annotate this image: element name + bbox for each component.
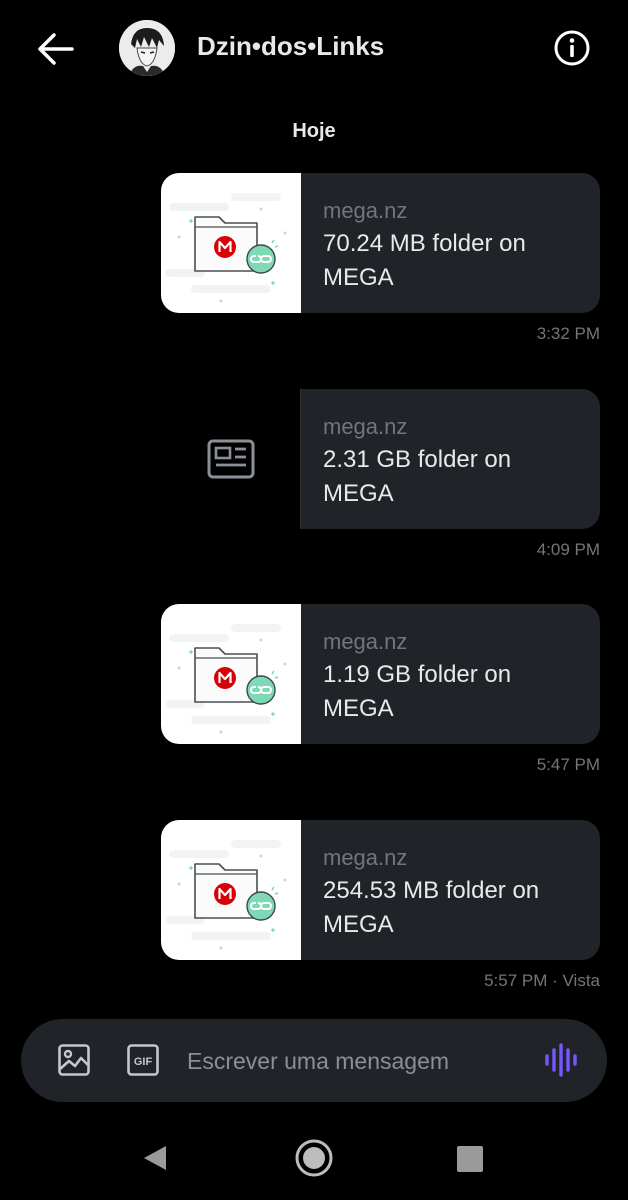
link-domain: mega.nz (323, 414, 408, 439)
link-thumbnail (161, 820, 301, 960)
gif-button[interactable]: GIF (126, 1043, 160, 1082)
link-title: 70.24 MB folder on MEGA (323, 230, 526, 291)
message-timestamp: 5:47 PM (536, 755, 600, 774)
voice-message-button[interactable] (543, 1042, 579, 1083)
gif-icon: GIF (127, 1044, 159, 1076)
link-title: 1.19 GB folder on MEGA (323, 661, 512, 722)
voice-waveform-icon (545, 1043, 577, 1077)
image-icon (58, 1044, 90, 1076)
link-thumbnail (161, 173, 301, 313)
message-timestamp: 4:09 PM (536, 540, 600, 559)
mega-folder-link-icon (165, 624, 287, 734)
mega-folder-link-icon (165, 840, 287, 950)
chat-title[interactable]: Dzin•dos•Links (197, 31, 384, 62)
link-thumbnail (161, 389, 301, 529)
system-home-button[interactable] (294, 1138, 334, 1183)
circle-home-icon (295, 1139, 333, 1177)
article-placeholder-icon (207, 439, 255, 479)
link-card[interactable]: mega.nz 2.31 GB folder on MEGA (161, 389, 600, 529)
link-thumbnail (161, 604, 301, 744)
image-button[interactable] (57, 1043, 91, 1082)
link-title: 2.31 GB folder on MEGA (323, 446, 512, 507)
link-card[interactable]: mega.nz 254.53 MB folder on MEGA (161, 820, 600, 960)
link-domain: mega.nz (323, 629, 408, 654)
square-recents-icon (457, 1146, 483, 1172)
system-recents-button[interactable] (456, 1145, 484, 1178)
link-title: 254.53 MB folder on MEGA (323, 877, 540, 938)
link-domain: mega.nz (323, 198, 408, 223)
link-card[interactable]: mega.nz 70.24 MB folder on MEGA (161, 173, 600, 313)
info-button[interactable] (553, 29, 591, 67)
date-separator: Hoje (292, 120, 336, 142)
mega-folder-link-icon (165, 193, 287, 303)
avatar[interactable] (119, 20, 175, 76)
system-back-button[interactable] (140, 1144, 170, 1177)
link-card[interactable]: mega.nz 1.19 GB folder on MEGA (161, 604, 600, 744)
back-button[interactable] (34, 30, 78, 68)
message-timestamp: 3:32 PM (536, 324, 600, 343)
arrow-left-icon (38, 33, 74, 65)
triangle-back-icon (144, 1146, 166, 1170)
link-domain: mega.nz (323, 845, 408, 870)
message-input[interactable] (185, 1040, 519, 1082)
message-timestamp: 5:57 PM · Vista (484, 971, 600, 990)
gif-label: GIF (134, 1056, 153, 1068)
message-composer: GIF (21, 1019, 607, 1102)
info-icon (554, 30, 590, 66)
